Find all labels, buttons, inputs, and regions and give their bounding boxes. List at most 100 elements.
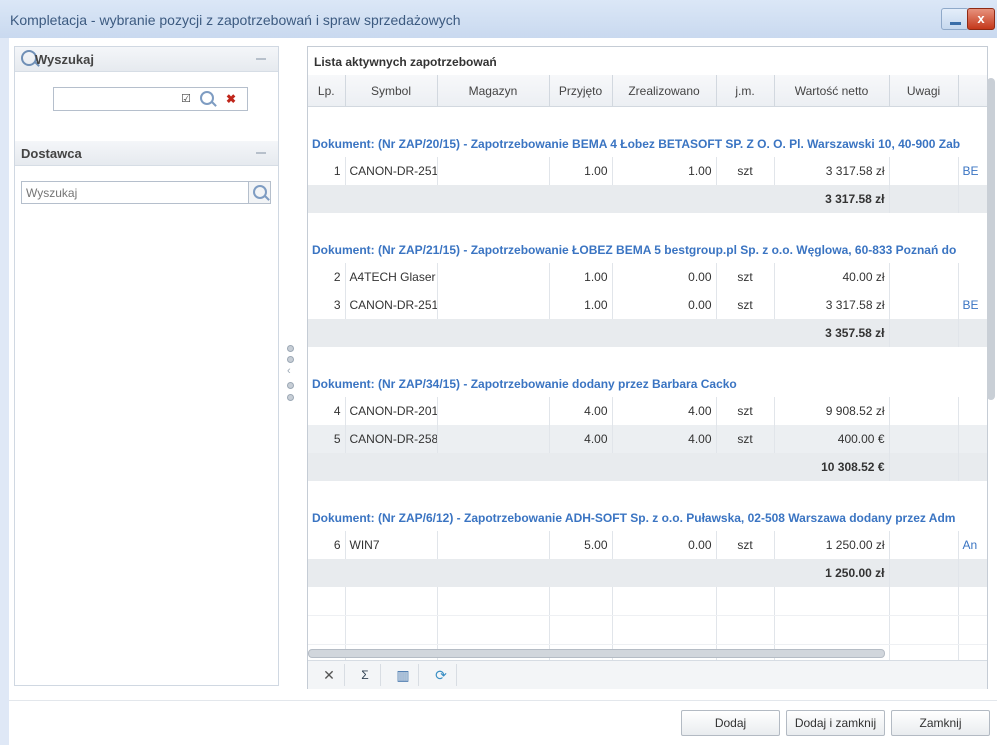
window-titlebar: Kompletacja - wybranie pozycji z zapotrz… <box>0 0 997 39</box>
cell-zrealizowano: 0.00 <box>612 263 717 291</box>
cell-uwagi <box>889 397 959 425</box>
document-header[interactable]: Dokument: (Nr ZAP/20/15) - Zapotrzebowan… <box>308 107 987 158</box>
cell-uwagi <box>889 291 959 319</box>
horizontal-scrollbar[interactable] <box>308 649 885 658</box>
cell-symbol: CANON-DR-258 <box>345 425 438 453</box>
group-total-row: 3 317.58 zł <box>308 185 987 213</box>
tools-icon[interactable]: ✕ <box>314 664 345 686</box>
supplier-panel-header[interactable]: Dostawca <box>15 141 278 166</box>
cell-uwagi <box>889 531 959 559</box>
supplier-search-button[interactable] <box>248 181 271 204</box>
cell-magazyn <box>437 531 550 559</box>
close-button[interactable]: Zamknij <box>891 710 990 736</box>
supplier-search-text[interactable] <box>22 182 250 203</box>
splitter-dot[interactable] <box>287 345 294 352</box>
cell-note-link[interactable]: BE <box>958 157 987 185</box>
cell-zrealizowano: 4.00 <box>612 425 717 453</box>
table-header-row: Lp. Symbol Magazyn Przyjęto Zrealizowano… <box>308 75 987 107</box>
table-row[interactable]: 5 CANON-DR-258 4.00 4.00 szt 400.00 € <box>308 425 987 453</box>
group-total: 1 250.00 zł <box>308 559 890 587</box>
document-group-row[interactable]: Dokument: (Nr ZAP/6/12) - Zapotrzebowani… <box>308 481 987 531</box>
cell-symbol: CANON-DR-251 <box>345 157 438 185</box>
add-button[interactable]: Dodaj <box>681 710 780 736</box>
cell-wartosc: 9 908.52 zł <box>774 397 890 425</box>
left-filter-panel: Wyszukaj ☑ ✖ Dostawca <box>14 46 279 686</box>
cell-wartosc: 400.00 € <box>774 425 890 453</box>
collapse-icon[interactable] <box>256 58 266 60</box>
cell-jm: szt <box>716 397 775 425</box>
cell-lp: 6 <box>308 531 346 559</box>
cell-przyjeto: 4.00 <box>549 425 613 453</box>
cell-symbol: CANON-DR-201 <box>345 397 438 425</box>
table-row[interactable]: 2 A4TECH Glaser 1.00 0.00 szt 40.00 zł <box>308 263 987 291</box>
cell-jm: szt <box>716 531 775 559</box>
document-header[interactable]: Dokument: (Nr ZAP/6/12) - Zapotrzebowani… <box>308 481 987 531</box>
cell-magazyn <box>437 291 550 319</box>
document-group-row[interactable]: Dokument: (Nr ZAP/34/15) - Zapotrzebowan… <box>308 347 987 397</box>
cell-note-link[interactable] <box>958 263 987 291</box>
cell-wartosc: 3 317.58 zł <box>774 157 890 185</box>
table-row[interactable]: 4 CANON-DR-201 4.00 4.00 szt 9 908.52 zł <box>308 397 987 425</box>
close-window-button[interactable]: x <box>967 8 995 30</box>
minimize-button[interactable] <box>941 8 969 30</box>
cell-jm: szt <box>716 157 775 185</box>
table-row[interactable]: 3 CANON-DR-251 1.00 0.00 szt 3 317.58 zł BE <box>308 291 987 319</box>
col-magazyn[interactable]: Magazyn <box>437 75 550 107</box>
document-header[interactable]: Dokument: (Nr ZAP/21/15) - Zapotrzebowan… <box>308 213 987 263</box>
splitter-dot[interactable] <box>287 382 294 389</box>
supplier-search-input[interactable] <box>21 181 251 204</box>
group-total-row: 10 308.52 € <box>308 453 987 481</box>
collapse-icon[interactable] <box>256 152 266 154</box>
group-total-row: 3 357.58 zł <box>308 319 987 347</box>
cell-magazyn <box>437 397 550 425</box>
sum-icon[interactable]: Σ <box>350 664 381 686</box>
cell-note-link[interactable] <box>958 397 987 425</box>
cell-note-link[interactable]: BE <box>958 291 987 319</box>
search-panel-header[interactable]: Wyszukaj <box>15 47 278 72</box>
table-row[interactable]: 1 CANON-DR-251 1.00 1.00 szt 3 317.58 zł BE <box>308 157 987 185</box>
search-icon <box>253 185 267 199</box>
cell-note-link[interactable] <box>958 425 987 453</box>
splitter-dot[interactable] <box>287 394 294 401</box>
cell-przyjeto: 1.00 <box>549 263 613 291</box>
clear-icon[interactable]: ✖ <box>223 91 239 107</box>
columns-icon[interactable]: ▥ <box>388 664 419 686</box>
search-panel-title: Wyszukaj <box>35 52 95 67</box>
document-group-row[interactable]: Dokument: (Nr ZAP/21/15) - Zapotrzebowan… <box>308 213 987 263</box>
cell-symbol: A4TECH Glaser <box>345 263 438 291</box>
table-row[interactable]: 6 WIN7 5.00 0.00 szt 1 250.00 zł An <box>308 531 987 559</box>
splitter-dot[interactable] <box>287 356 294 363</box>
select-list-icon[interactable]: ☑ <box>178 91 194 107</box>
cell-note-link[interactable]: An <box>958 531 987 559</box>
vertical-scrollbar[interactable] <box>987 78 995 400</box>
empty-row <box>308 615 987 645</box>
group-total-row: 1 250.00 zł <box>308 559 987 587</box>
col-symbol[interactable]: Symbol <box>345 75 438 107</box>
empty-row <box>308 587 987 616</box>
window-title: Kompletacja - wybranie pozycji z zapotrz… <box>10 12 461 28</box>
cell-uwagi <box>889 157 959 185</box>
col-przyjeto[interactable]: Przyjęto <box>549 75 613 107</box>
group-total: 3 317.58 zł <box>308 185 890 213</box>
search-go-icon[interactable] <box>199 91 215 107</box>
cell-zrealizowano: 4.00 <box>612 397 717 425</box>
col-jm[interactable]: j.m. <box>716 75 775 107</box>
cell-symbol: CANON-DR-251 <box>345 291 438 319</box>
col-lp[interactable]: Lp. <box>308 75 346 107</box>
cell-jm: szt <box>716 291 775 319</box>
document-header[interactable]: Dokument: (Nr ZAP/34/15) - Zapotrzebowan… <box>308 347 987 397</box>
cell-uwagi <box>889 263 959 291</box>
col-uwagi[interactable]: Uwagi <box>889 75 959 107</box>
search-input[interactable]: ☑ ✖ <box>53 87 248 111</box>
col-zrealizowano[interactable]: Zrealizowano <box>612 75 717 107</box>
document-group-row[interactable]: Dokument: (Nr ZAP/20/15) - Zapotrzebowan… <box>308 107 987 158</box>
cell-przyjeto: 1.00 <box>549 157 613 185</box>
cell-przyjeto: 5.00 <box>549 531 613 559</box>
add-and-close-button[interactable]: Dodaj i zamknij <box>786 710 885 736</box>
cell-jm: szt <box>716 263 775 291</box>
cell-lp: 4 <box>308 397 346 425</box>
splitter-arrow-icon[interactable]: ‹ <box>287 366 294 377</box>
refresh-icon[interactable]: ⟳ <box>426 664 457 686</box>
search-text[interactable] <box>54 88 247 110</box>
col-wartosc[interactable]: Wartość netto <box>774 75 890 107</box>
